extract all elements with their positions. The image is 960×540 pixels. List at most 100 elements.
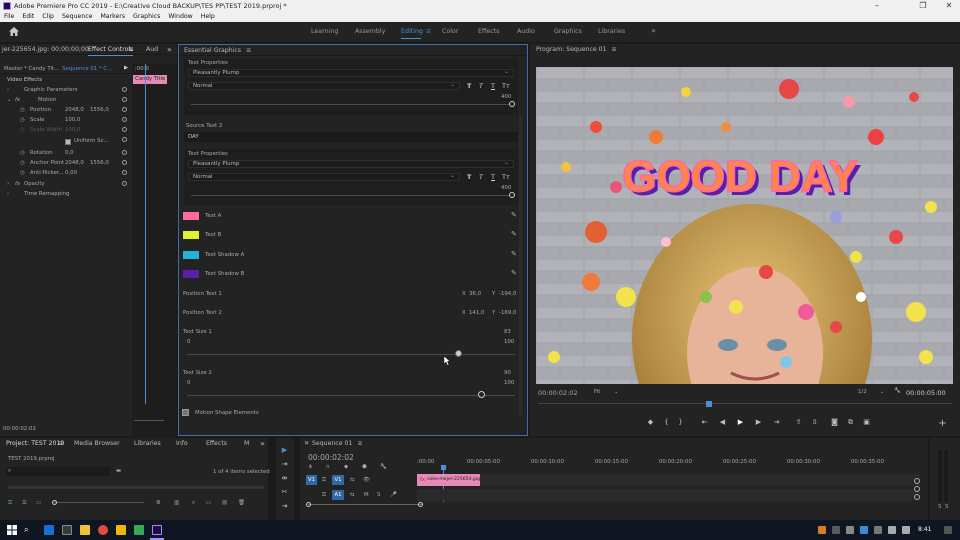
fx-icon[interactable]: fx	[15, 97, 20, 103]
reset-icon[interactable]	[122, 137, 127, 142]
tray-icon[interactable]	[818, 526, 826, 534]
menu-edit[interactable]: Edit	[22, 13, 34, 20]
position-y-value[interactable]: 1556,0	[90, 107, 109, 113]
reset-icon[interactable]	[122, 97, 127, 102]
font-style-dropdown-2[interactable]: Normal	[188, 172, 460, 181]
extract-icon[interactable]: ⇫	[810, 418, 819, 427]
tray-icon[interactable]	[874, 526, 882, 534]
workspace-libraries[interactable]: Libraries	[598, 28, 625, 35]
marker-icon[interactable]: ⬢	[362, 464, 367, 470]
expand-arrow-icon[interactable]: ›	[7, 191, 9, 197]
step-back-icon[interactable]: ◀	[718, 418, 727, 427]
tab-source-clip[interactable]: jer-225654.jpg: 00;00;00;00	[2, 44, 89, 55]
panel-menu-icon[interactable]: ≡	[612, 46, 617, 53]
text-size-1-value[interactable]: 83	[504, 329, 511, 335]
workspace-overflow-icon[interactable]: »	[651, 26, 656, 35]
eyedropper-icon[interactable]: ✎	[511, 212, 517, 219]
tab-audio-mixer[interactable]: Aud	[146, 44, 158, 55]
solo-icon[interactable]: S	[945, 504, 948, 510]
solo-icon[interactable]: S	[938, 504, 941, 510]
chevron-down-icon[interactable]: ⌄	[880, 389, 885, 395]
vertical-scroll-handle[interactable]	[914, 486, 920, 492]
settings-wrench-icon[interactable]: 🔧	[380, 464, 387, 470]
timeline-ruler[interactable]: :00:00 00:00:05:00 00:00:10:00 00:00:15:…	[417, 454, 925, 468]
menu-window[interactable]: Window	[168, 13, 192, 20]
expand-arrow-icon[interactable]: ›	[7, 87, 9, 93]
essential-graphics-title[interactable]: Essential Graphics	[184, 47, 241, 54]
play-icon[interactable]: ▶	[736, 418, 745, 427]
zoom-slider-knob[interactable]	[52, 500, 57, 505]
workspace-graphics[interactable]: Graphics	[554, 28, 582, 35]
close-icon[interactable]: ✕	[304, 438, 309, 449]
italic-button[interactable]: T	[479, 173, 483, 181]
small-caps-button[interactable]: Tт	[502, 82, 510, 90]
reset-icon[interactable]	[122, 127, 127, 132]
tray-icon[interactable]	[860, 526, 868, 534]
fit-dropdown[interactable]: Fit	[594, 389, 600, 395]
maximize-button[interactable]: ❐	[912, 0, 934, 12]
app-icon[interactable]	[116, 525, 126, 535]
ripple-edit-tool-icon[interactable]: ⇹	[280, 474, 289, 483]
opacity-row[interactable]: Opacity	[24, 181, 45, 187]
panel-menu-icon[interactable]: ≡	[246, 47, 251, 54]
reset-icon[interactable]	[122, 87, 127, 92]
font-size-slider-1[interactable]	[191, 104, 511, 105]
home-icon[interactable]	[9, 27, 19, 36]
export-frame-icon[interactable]: ◙	[830, 418, 839, 427]
sequence-clip-label[interactable]: Sequence 01 * C...	[62, 66, 112, 72]
resolution-dropdown[interactable]: 1/2	[858, 389, 867, 395]
reset-icon[interactable]	[122, 150, 127, 155]
program-monitor-title[interactable]: Program: Sequence 01	[536, 46, 607, 53]
mute-icon[interactable]: M	[364, 492, 369, 498]
linked-selection-icon[interactable]: ∩	[326, 464, 330, 470]
eyedropper-icon[interactable]: ✎	[511, 270, 517, 277]
font-style-dropdown-1[interactable]: Normal	[188, 81, 460, 90]
new-bin-icon[interactable]: ▭	[206, 500, 211, 506]
chevron-down-icon[interactable]: ⌄	[614, 389, 619, 395]
uniform-scale-checkbox[interactable]	[65, 139, 71, 145]
text-a-color-swatch[interactable]	[183, 212, 199, 220]
solo-icon[interactable]: S	[377, 492, 380, 498]
wrench-icon[interactable]: 🔧	[894, 388, 901, 394]
search-icon[interactable]: ⌕	[24, 525, 28, 535]
text-size-1-slider-knob[interactable]	[455, 350, 463, 357]
workspace-learning[interactable]: Learning	[311, 28, 338, 35]
timeline-zoom-scrollbar[interactable]	[308, 504, 422, 505]
new-bin-icon[interactable]: ▬	[116, 468, 121, 474]
workspace-assembly[interactable]: Assembly	[355, 28, 385, 35]
scroll-handle-right[interactable]	[418, 502, 423, 507]
tab-info[interactable]: Info	[176, 438, 188, 449]
fx-icon[interactable]: fx	[15, 181, 20, 187]
font-dropdown-1[interactable]: Pleasantly Plump	[188, 68, 514, 77]
stopwatch-icon[interactable]: ◷	[20, 160, 25, 166]
clear-icon[interactable]: 🗑	[238, 500, 245, 506]
workspace-effects[interactable]: Effects	[478, 28, 499, 35]
source-text-field[interactable]: DAY	[184, 132, 518, 142]
bold-button[interactable]: T	[467, 82, 471, 90]
effect-controls-timecode[interactable]: 00:00:02:02	[3, 426, 36, 432]
menu-help[interactable]: Help	[201, 13, 215, 20]
go-to-out-icon[interactable]: ⇥	[772, 418, 781, 427]
play-only-icon[interactable]: ▶	[124, 65, 128, 71]
underline-button[interactable]: T	[491, 173, 495, 181]
mark-in-icon[interactable]: {	[662, 418, 671, 427]
search-icon[interactable]: ⌕	[8, 468, 11, 475]
video-frame[interactable]: GOOD DAY GOOD DAY	[536, 67, 953, 384]
add-button-icon[interactable]: +	[938, 419, 947, 429]
font-dropdown-2[interactable]: Pleasantly Plump	[188, 159, 514, 168]
text-size-1-slider[interactable]	[187, 354, 515, 355]
razor-tool-icon[interactable]: ✂	[280, 488, 289, 497]
text-b-color-swatch[interactable]	[183, 231, 199, 239]
timeline-sequence-tab[interactable]: Sequence 01	[312, 440, 352, 447]
stopwatch-icon[interactable]: ◷	[20, 117, 25, 123]
timeline-timecode[interactable]: 00:00:02:02	[308, 453, 354, 462]
position-text-1-y-value[interactable]: -194,0	[499, 291, 516, 297]
tab-project[interactable]: Project: TEST 2019	[6, 438, 64, 449]
edge-icon[interactable]	[44, 525, 54, 535]
tab-effects[interactable]: Effects	[206, 438, 227, 449]
panel-menu-icon[interactable]: ≡	[58, 438, 63, 449]
video-track-1[interactable]	[417, 474, 920, 486]
windows-start-icon[interactable]	[7, 525, 17, 535]
playhead-line[interactable]	[145, 64, 146, 404]
list-view-icon[interactable]: ☰	[22, 500, 27, 506]
